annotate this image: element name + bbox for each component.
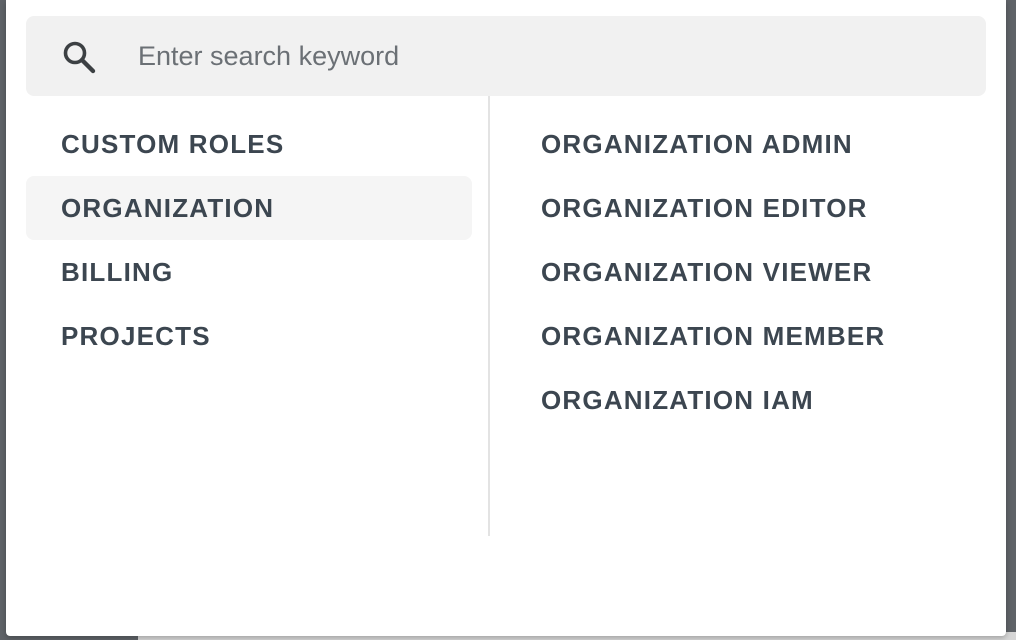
category-item-label: BILLING <box>61 256 174 287</box>
category-item-billing[interactable]: BILLING <box>26 240 472 304</box>
role-item-label: ORGANIZATION ADMIN <box>541 128 853 159</box>
role-picker-dialog: CUSTOM ROLES ORGANIZATION BILLING PROJEC… <box>6 0 1006 636</box>
category-item-projects[interactable]: PROJECTS <box>26 304 472 368</box>
role-item-label: ORGANIZATION EDITOR <box>541 192 868 223</box>
search-bar <box>26 16 986 96</box>
role-item-label: ORGANIZATION IAM <box>541 384 814 415</box>
role-item-organization-admin[interactable]: ORGANIZATION ADMIN <box>506 112 986 176</box>
category-item-label: PROJECTS <box>61 320 211 351</box>
search-input[interactable] <box>138 36 958 76</box>
category-item-label: CUSTOM ROLES <box>61 128 285 159</box>
role-item-label: ORGANIZATION VIEWER <box>541 256 873 287</box>
role-item-label: ORGANIZATION MEMBER <box>541 320 886 351</box>
role-item-organization-viewer[interactable]: ORGANIZATION VIEWER <box>506 240 986 304</box>
category-item-custom-roles[interactable]: CUSTOM ROLES <box>26 112 472 176</box>
role-list: ORGANIZATION ADMIN ORGANIZATION EDITOR O… <box>506 112 986 432</box>
category-item-label: ORGANIZATION <box>61 192 275 223</box>
column-divider <box>488 96 490 536</box>
role-item-organization-editor[interactable]: ORGANIZATION EDITOR <box>506 176 986 240</box>
category-item-organization[interactable]: ORGANIZATION <box>26 176 472 240</box>
role-item-organization-iam[interactable]: ORGANIZATION IAM <box>506 368 986 432</box>
search-icon[interactable] <box>62 40 96 74</box>
role-item-organization-member[interactable]: ORGANIZATION MEMBER <box>506 304 986 368</box>
category-list: CUSTOM ROLES ORGANIZATION BILLING PROJEC… <box>26 112 472 368</box>
